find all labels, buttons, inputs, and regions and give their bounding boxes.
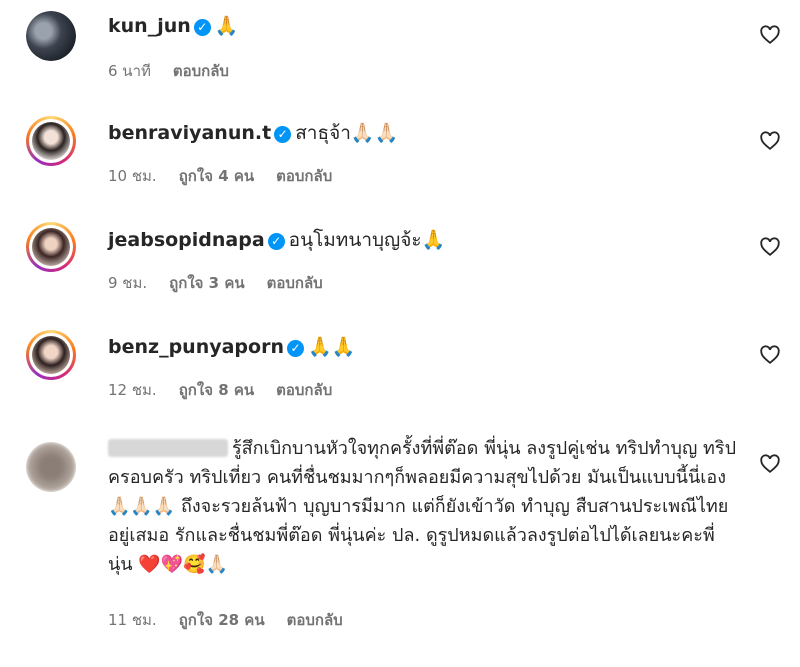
- avatar[interactable]: [26, 11, 76, 61]
- avatar[interactable]: [26, 222, 76, 272]
- comment-text: สาธุจ้า🙏🏻🙏🏻: [295, 122, 399, 144]
- comment-time[interactable]: 9 ชม.: [108, 274, 147, 292]
- heart-outline-icon[interactable]: [759, 130, 781, 152]
- verified-badge-icon: ✓: [267, 233, 285, 250]
- username[interactable]: benraviyanun.t: [108, 122, 271, 144]
- reply-button[interactable]: ตอบกลับ: [173, 62, 229, 80]
- avatar[interactable]: [26, 330, 76, 380]
- avatar[interactable]: [26, 116, 76, 166]
- reply-button[interactable]: ตอบกลับ: [276, 167, 332, 185]
- username[interactable]: kun_jun: [108, 15, 191, 37]
- comment-time[interactable]: 11 ชม.: [108, 611, 157, 629]
- username[interactable]: jeabsopidnapa: [108, 229, 265, 251]
- verified-badge-icon: ✓: [286, 340, 304, 357]
- likes-count[interactable]: ถูกใจ 4 คน: [179, 167, 254, 185]
- blurred-username[interactable]: [108, 439, 228, 457]
- likes-count[interactable]: ถูกใจ 3 คน: [169, 274, 244, 292]
- likes-count[interactable]: ถูกใจ 8 คน: [179, 381, 254, 399]
- reply-button[interactable]: ตอบกลับ: [267, 274, 323, 292]
- comment-text: 🙏🙏: [307, 336, 356, 358]
- comment-time[interactable]: 6 นาที: [108, 62, 151, 80]
- verified-badge-icon: ✓: [193, 19, 211, 36]
- reply-button[interactable]: ตอบกลับ: [287, 611, 343, 629]
- comment-time[interactable]: 10 ชม.: [108, 167, 157, 185]
- heart-outline-icon[interactable]: [759, 344, 781, 366]
- comment-time[interactable]: 12 ชม.: [108, 381, 157, 399]
- comment-text: อนุโมทนาบุญจ้ะ🙏: [288, 229, 446, 251]
- heart-outline-icon[interactable]: [759, 24, 781, 46]
- heart-outline-icon[interactable]: [759, 236, 781, 258]
- comment-text: 🙏: [214, 15, 239, 37]
- likes-count[interactable]: ถูกใจ 28 คน: [179, 611, 265, 629]
- verified-badge-icon: ✓: [274, 126, 292, 143]
- username[interactable]: benz_punyaporn: [108, 336, 284, 358]
- avatar[interactable]: [26, 442, 76, 492]
- heart-outline-icon[interactable]: [759, 453, 781, 475]
- reply-button[interactable]: ตอบกลับ: [276, 381, 332, 399]
- comment-body: รู้สึกเบิกบานหัวใจทุกครั้งที่พี่ต๊อด พี่…: [108, 434, 738, 579]
- comment-text: รู้สึกเบิกบานหัวใจทุกครั้งที่พี่ต๊อด พี่…: [108, 438, 736, 575]
